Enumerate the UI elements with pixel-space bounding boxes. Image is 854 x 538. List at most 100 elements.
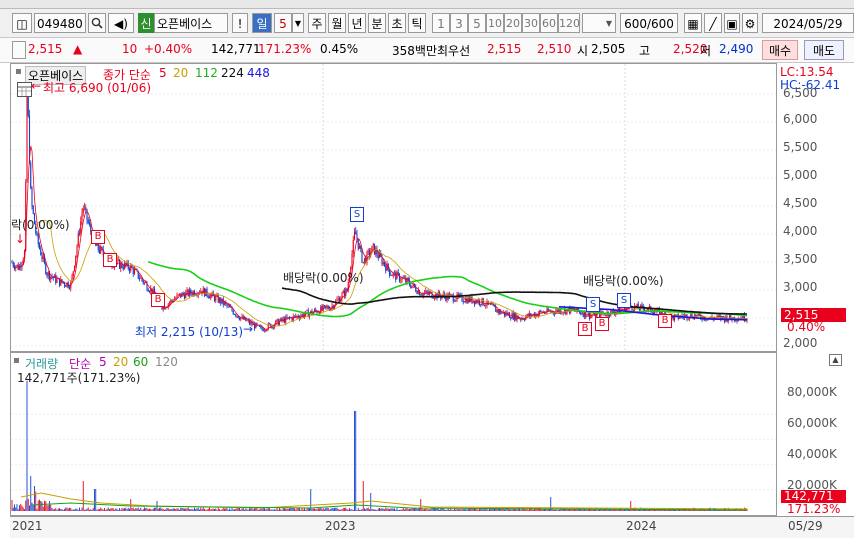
low-marker-arrow: → — [243, 322, 254, 336]
sell-signal-icon: S — [586, 297, 600, 312]
y-tick: 6,500 — [783, 86, 818, 100]
price-pane[interactable]: ▪ 오픈베이스 종가 단순 5 20 112 224 448 ← 최고 6,69… — [10, 63, 777, 352]
period-month-button[interactable]: 월 — [328, 13, 346, 33]
quote-open: 2,505 — [591, 42, 626, 56]
quote-turnover: 0.45% — [320, 42, 359, 56]
volume-pane[interactable]: ▪ 거래량 단순 5 20 60 120 142,771주(171.23%) — [10, 352, 777, 516]
y-tick: 5,000 — [783, 168, 818, 182]
low-label: 저 — [700, 44, 712, 58]
chevron-down-icon[interactable]: ▼ — [292, 13, 304, 33]
line-tool-icon[interactable]: ╱ — [704, 13, 722, 33]
legend-ma112: 112 — [195, 66, 218, 80]
buy-button[interactable]: 매수 — [762, 40, 798, 60]
buy-signal-icon: B — [578, 322, 592, 336]
x-label-2021: 2021 — [12, 519, 43, 533]
buy-signal-icon: B — [658, 314, 672, 328]
quote-change: 10 — [122, 42, 138, 56]
period-minute-button[interactable]: 분 — [368, 13, 386, 33]
quote-menu-icon[interactable] — [12, 41, 26, 59]
dividend-annotation-left: 락(0.00%) — [11, 218, 70, 232]
x-label-2024: 2024 — [626, 519, 657, 533]
current-volume-ratio-tag: 171.23% — [787, 502, 841, 516]
current-change-tag: 0.40% — [787, 320, 826, 334]
minute-3-button[interactable]: 3 — [450, 13, 468, 33]
calendar-icon[interactable] — [17, 82, 32, 97]
data-count-field[interactable]: 600/600 — [620, 13, 678, 33]
alert-button[interactable]: ! — [232, 13, 248, 33]
top-cropped-strip — [0, 0, 854, 9]
volume-y-tick: 60,000K — [787, 416, 837, 430]
legend-ma224: 224 — [221, 66, 244, 80]
price-y-axis[interactable]: LC:13.54 HC:-62.41 6,500 6,000 5,500 5,0… — [777, 63, 854, 352]
quote-bar: 2,515 ▲ 10 +0.40% 142,771 171.23% 0.45% … — [0, 38, 854, 63]
quote-change-arrow: ▲ — [73, 42, 83, 56]
y-tick: 3,500 — [783, 252, 818, 266]
quote-ask: 2,515 — [487, 42, 522, 56]
high-label: 고 — [639, 44, 651, 58]
settings-icon[interactable]: ⚙ — [742, 13, 758, 33]
sell-signal-icon: S — [617, 293, 631, 308]
period-value-field[interactable]: 5 — [274, 13, 292, 33]
stock-code-input[interactable]: 049480 — [34, 13, 86, 33]
sound-icon[interactable]: ◀) — [108, 13, 134, 33]
best-bid-label: 최우선 — [437, 44, 471, 58]
y-tick: 3,000 — [783, 280, 818, 294]
volume-y-tick: 80,000K — [787, 385, 837, 399]
y-tick: 6,000 — [783, 112, 818, 126]
high-annotation: 최고 6,690 (01/06) — [43, 81, 152, 95]
period-day-button[interactable]: 일 — [252, 13, 272, 33]
interval-dropdown[interactable]: ▼ — [582, 13, 616, 33]
search-icon[interactable] — [88, 13, 106, 33]
stock-name-field[interactable]: 오픈베이스 — [154, 13, 228, 33]
buy-signal-icon: B — [91, 230, 105, 244]
legend-ma448: 448 — [247, 66, 270, 80]
quote-price: 2,515 — [28, 42, 63, 56]
volume-legend-ma5: 5 — [99, 355, 107, 369]
minute-30-button[interactable]: 30 — [522, 13, 540, 33]
legend-ma20: 20 — [173, 66, 189, 80]
x-label-2023: 2023 — [325, 519, 356, 533]
buy-signal-icon: B — [103, 253, 117, 267]
low-annotation: 최저 2,215 (10/13) — [135, 325, 244, 339]
legend-box-icon: ▪ — [15, 66, 22, 77]
left-marker-arrow: ↓ — [15, 232, 26, 246]
volume-legend-ma20: 20 — [113, 355, 129, 369]
minute-10-button[interactable]: 10 — [486, 13, 504, 33]
buy-signal-icon: B — [595, 317, 609, 331]
market-badge: 신 — [138, 13, 154, 33]
quote-change-rate: +0.40% — [144, 42, 193, 56]
save-icon[interactable]: ▣ — [724, 13, 740, 33]
minute-60-button[interactable]: 60 — [540, 13, 558, 33]
x-axis[interactable]: 2021 2023 2024 05/29 — [10, 516, 854, 538]
grid-icon[interactable]: ▦ — [684, 13, 702, 33]
minute-120-button[interactable]: 120 — [558, 13, 580, 33]
volume-legend-ma60: 60 — [133, 355, 149, 369]
sell-button[interactable]: 매도 — [804, 40, 844, 60]
pane-expand-icon[interactable]: ▲ — [829, 354, 842, 366]
quote-volume: 142,771 — [211, 42, 261, 56]
y-tick: 2,000 — [783, 336, 818, 350]
open-label: 시 — [577, 44, 589, 58]
y-tick: 4,000 — [783, 224, 818, 238]
period-tick-button[interactable]: 틱 — [408, 13, 426, 33]
period-year-button[interactable]: 년 — [348, 13, 366, 33]
volume-y-axis[interactable]: ▲ 80,000K 60,000K 40,000K 20,000K 142,77… — [777, 352, 854, 516]
period-week-button[interactable]: 주 — [308, 13, 326, 33]
chart-toolbar: ◫ 049480 ◀) 신 오픈베이스 ! 일 5 ▼ 주 월 년 분 초 틱 … — [0, 9, 854, 38]
date-field[interactable]: 2024/05/29 — [762, 13, 854, 33]
minute-5-button[interactable]: 5 — [468, 13, 486, 33]
sell-signal-icon: S — [350, 207, 364, 222]
layout-icon[interactable]: ◫ — [12, 13, 32, 33]
dividend-annotation-1: 배당락(0.00%) — [283, 271, 364, 285]
volume-legend-ma120: 120 — [155, 355, 178, 369]
high-marker-arrow: ← — [31, 79, 42, 93]
legend-box-icon: ▪ — [13, 355, 20, 366]
minute-20-button[interactable]: 20 — [504, 13, 522, 33]
dividend-annotation-2: 배당락(0.00%) — [583, 274, 664, 288]
quote-volume-ratio: 171.23% — [258, 42, 312, 56]
legend-ma5: 5 — [159, 66, 167, 80]
quote-low: 2,490 — [719, 42, 754, 56]
period-second-button[interactable]: 초 — [388, 13, 406, 33]
minute-1-button[interactable]: 1 — [432, 13, 450, 33]
buy-signal-icon: B — [151, 293, 165, 307]
